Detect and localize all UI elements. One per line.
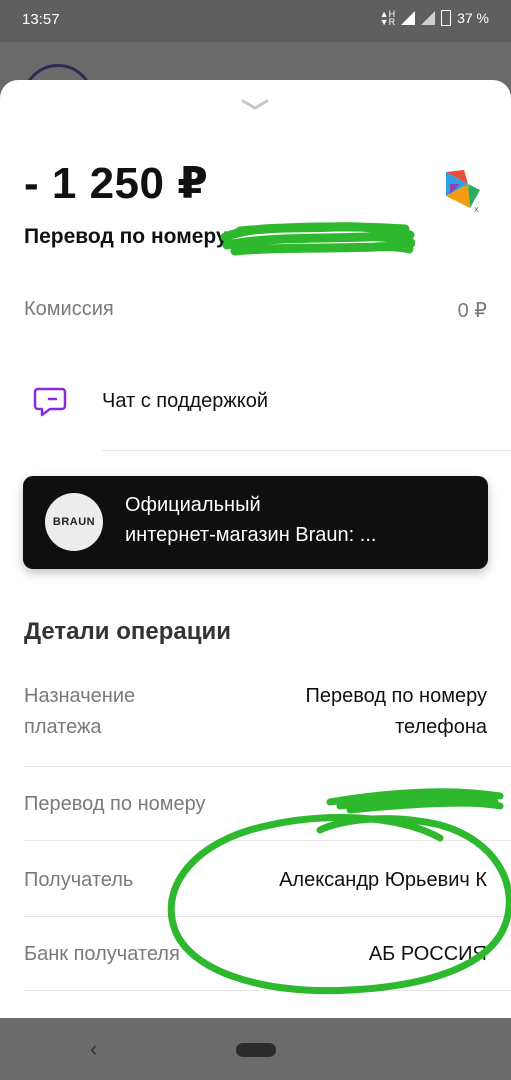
details-label: Перевод по номеру	[24, 793, 206, 815]
details-value: АБ РОССИЯ	[368, 943, 487, 965]
transaction-title: Перевод по номеру	[24, 225, 228, 248]
details-label: Получатель	[24, 869, 134, 891]
promo-line-2: интернет-магазин Braun: ...	[125, 524, 377, 546]
payment-system-logo-icon: X	[446, 170, 480, 214]
divider	[24, 916, 511, 917]
details-row-recipient: Получатель Александр Юрьевич К	[24, 865, 487, 899]
status-bar: 13:57 ▲H ▼R 37 %	[0, 0, 511, 42]
divider	[24, 766, 511, 767]
details-row-purpose: Назначение платежа Перевод по номеру тел…	[24, 681, 487, 751]
status-time: 13:57	[22, 11, 60, 28]
divider	[102, 450, 511, 451]
details-label: Банк получателя	[24, 943, 180, 965]
details-value-line: телефона	[395, 716, 487, 738]
battery-level: 37 %	[457, 10, 489, 26]
signal-icon-2	[421, 11, 436, 25]
signal-icon	[401, 11, 416, 25]
status-icons: ▲H ▼R 37 %	[379, 9, 489, 27]
home-pill-icon[interactable]	[236, 1043, 276, 1057]
support-chat-label: Чат с поддержкой	[102, 390, 269, 412]
navigation-bar: ‹	[0, 1018, 511, 1080]
commission-label: Комиссия	[24, 298, 114, 320]
commission-value: 0 ₽	[457, 300, 487, 322]
divider	[24, 840, 511, 841]
redaction-scribble	[220, 222, 415, 256]
details-label-line: платежа	[24, 716, 102, 738]
details-row-transfer-number: Перевод по номеру	[24, 789, 487, 823]
details-label-line: Назначение	[24, 685, 136, 707]
battery-icon	[441, 10, 452, 26]
details-value-line: Перевод по номеру	[305, 685, 487, 707]
details-label: Назначение платежа	[24, 681, 135, 743]
data-arrows-icon: ▲H ▼R	[379, 9, 396, 27]
divider	[24, 990, 511, 991]
braun-logo: BRAUN	[45, 493, 103, 551]
promo-banner[interactable]: BRAUN Официальный интернет-магазин Braun…	[23, 476, 488, 569]
chat-bubble-icon	[33, 387, 67, 417]
operation-sheet: - 1 250 ₽ X Перевод по номеру Комиссия 0…	[0, 80, 511, 1018]
details-value: Александр Юрьевич К	[279, 869, 487, 891]
back-arrow-icon[interactable]: ‹	[90, 1036, 97, 1062]
details-title: Детали операции	[24, 618, 231, 645]
transaction-amount: - 1 250 ₽	[24, 159, 209, 208]
details-row-bank: Банк получателя АБ РОССИЯ	[24, 939, 487, 973]
promo-line-1: Официальный	[125, 494, 261, 516]
promo-text: Официальный интернет-магазин Braun: ...	[125, 490, 376, 550]
svg-text:X: X	[474, 206, 479, 214]
support-chat-row[interactable]: Чат с поддержкой	[0, 362, 511, 452]
chevron-down-icon[interactable]	[240, 98, 270, 112]
details-value: Перевод по номеру телефона	[305, 681, 487, 743]
